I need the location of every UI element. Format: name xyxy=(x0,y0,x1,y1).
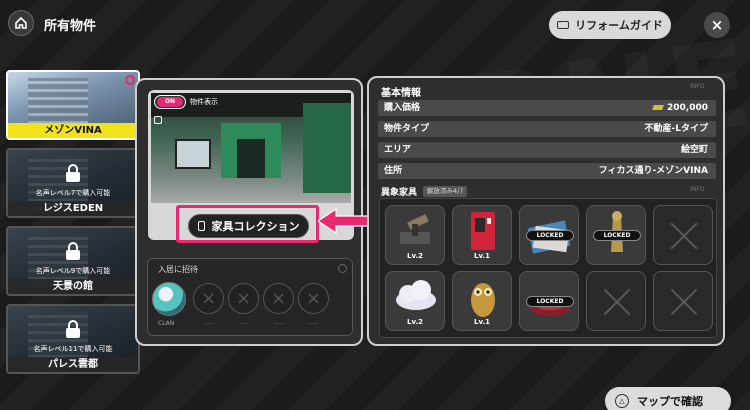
locked-badge: LOCKED xyxy=(526,296,574,307)
lock-icon xyxy=(66,242,80,260)
invite-slot-empty[interactable]: × xyxy=(228,283,259,314)
property-card-tenkei[interactable]: 名声レベル9で購入可能 天景の館 xyxy=(6,226,140,296)
empty-slot-icon xyxy=(669,287,699,317)
info-value: 絵空町 xyxy=(680,145,708,155)
furniture-level: Lv.2 xyxy=(407,252,423,260)
reform-guide-button[interactable]: リフォームガイド xyxy=(549,11,671,39)
basic-info-title: 基本情報 xyxy=(381,88,421,99)
furniture-slot-vending[interactable]: Lv.1 xyxy=(452,205,512,265)
furniture-slot-magazines[interactable]: LOCKED xyxy=(519,205,579,265)
property-requirement: 名声レベル7で購入可能 xyxy=(35,189,111,197)
empty-slot-icon xyxy=(669,221,699,251)
property-card-palace[interactable]: 名声レベル11で購入可能 パレス雲都 xyxy=(6,304,140,374)
owl-icon xyxy=(471,283,495,317)
invite-title: 入居に招待 xyxy=(158,265,198,274)
property-name: パレス雲都 xyxy=(8,357,138,372)
map-confirm-label: マップで確認 xyxy=(637,395,703,408)
guide-icon xyxy=(557,21,570,29)
property-requirement: 名声レベル9で購入可能 xyxy=(35,267,111,275)
furniture-slot-owl[interactable]: Lv.1 xyxy=(452,271,512,331)
triangle-button-icon: △ xyxy=(615,394,629,408)
furniture-title: 異象家具 xyxy=(381,188,418,198)
furniture-slot-empty xyxy=(586,271,646,331)
furniture-level: Lv.2 xyxy=(407,318,423,326)
furniture-collection-button[interactable]: 家具コレクション xyxy=(188,214,309,238)
resident-avatar[interactable] xyxy=(152,282,186,316)
unlock-count-badge: 解放済み4/7 xyxy=(423,186,468,197)
furniture-tag: INFO xyxy=(690,186,705,193)
invite-slot-label: ----- xyxy=(238,321,249,327)
locked-badge: LOCKED xyxy=(526,230,574,241)
info-key: 購入価格 xyxy=(384,103,421,113)
property-card-eden[interactable]: 名声レベル7で購入可能 レジスEDEN xyxy=(6,148,140,218)
close-button[interactable]: × xyxy=(704,12,730,38)
furniture-slot-empty xyxy=(653,271,713,331)
resident-name: CLAN xyxy=(158,320,175,327)
property-name: レジスEDEN xyxy=(8,201,138,216)
furniture-slot-telescope[interactable]: Lv.2 xyxy=(385,205,445,265)
invite-slot-empty[interactable]: × xyxy=(193,283,224,314)
bag-icon xyxy=(197,221,205,231)
vending-machine-icon xyxy=(471,212,495,250)
invite-info-icon[interactable] xyxy=(338,264,347,273)
invite-slot-label: ----- xyxy=(273,321,284,327)
info-row-address: 住所 フィカス通り-メゾンVINA xyxy=(378,163,716,179)
info-icon[interactable] xyxy=(154,116,162,124)
toggle-on-label: ON xyxy=(157,97,183,107)
telescope-icon xyxy=(400,214,430,244)
currency-icon xyxy=(652,105,664,110)
invite-slot-label: ----- xyxy=(203,321,214,327)
info-row-price: 購入価格 200,000 xyxy=(378,100,716,116)
locked-badge: LOCKED xyxy=(593,230,641,241)
home-button[interactable] xyxy=(8,10,34,36)
furniture-slot-cloud[interactable]: Lv.2 xyxy=(385,271,445,331)
furniture-slot-ornament[interactable]: LOCKED xyxy=(586,205,646,265)
display-toggle[interactable]: ON xyxy=(154,95,186,109)
lock-icon xyxy=(66,164,80,182)
room-image xyxy=(151,93,351,203)
info-value: 200,000 xyxy=(667,103,708,113)
invite-slot-empty[interactable]: × xyxy=(263,283,294,314)
empty-slot-icon xyxy=(602,287,632,317)
furniture-collection-label: 家具コレクション xyxy=(211,220,300,233)
display-toggle-label: 物件表示 xyxy=(190,98,218,106)
reform-guide-label: リフォームガイド xyxy=(575,19,663,32)
home-icon xyxy=(15,16,27,29)
info-row-type: 物件タイプ 不動産-Lタイプ xyxy=(378,121,716,137)
favorite-icon xyxy=(125,75,135,85)
invite-slot-label: ----- xyxy=(308,321,319,327)
furniture-slot-empty xyxy=(653,205,713,265)
property-name: 天景の館 xyxy=(8,279,138,294)
info-row-area: エリア 絵空町 xyxy=(378,142,716,158)
info-value: 不動産-Lタイプ xyxy=(644,124,708,134)
map-confirm-button[interactable]: △ マップで確認 xyxy=(605,387,731,410)
furniture-level: Lv.1 xyxy=(474,252,490,260)
page-title: 所有物件 xyxy=(44,19,97,34)
furniture-slot-red-object[interactable]: LOCKED xyxy=(519,271,579,331)
invite-slot-empty[interactable]: × xyxy=(298,283,329,314)
info-key: 住所 xyxy=(384,166,403,176)
basic-info-tag: INFO xyxy=(690,83,705,90)
property-name: メゾンVINA xyxy=(8,123,138,138)
furniture-level: Lv.1 xyxy=(474,318,490,326)
property-requirement: 名声レベル11で購入可能 xyxy=(33,345,113,353)
info-key: 物件タイプ xyxy=(384,124,430,134)
info-value: フィカス通り-メゾンVINA xyxy=(598,166,708,176)
cloud-icon xyxy=(396,280,436,310)
property-card-vina[interactable]: メゾンVINA xyxy=(6,70,140,140)
lock-icon xyxy=(66,320,80,338)
info-key: エリア xyxy=(384,145,412,155)
